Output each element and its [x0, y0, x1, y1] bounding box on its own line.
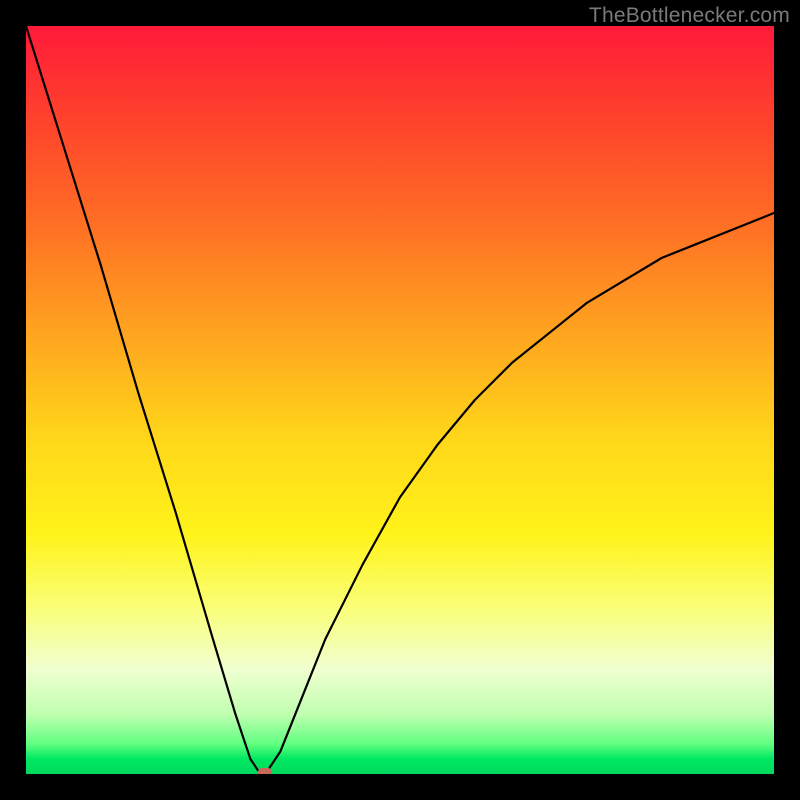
optimal-point-marker [258, 768, 272, 774]
chart-frame [26, 26, 774, 774]
watermark-text: TheBottlenecker.com [589, 4, 790, 28]
bottleneck-curve-line [26, 26, 774, 774]
chart-curve-svg [26, 26, 774, 774]
